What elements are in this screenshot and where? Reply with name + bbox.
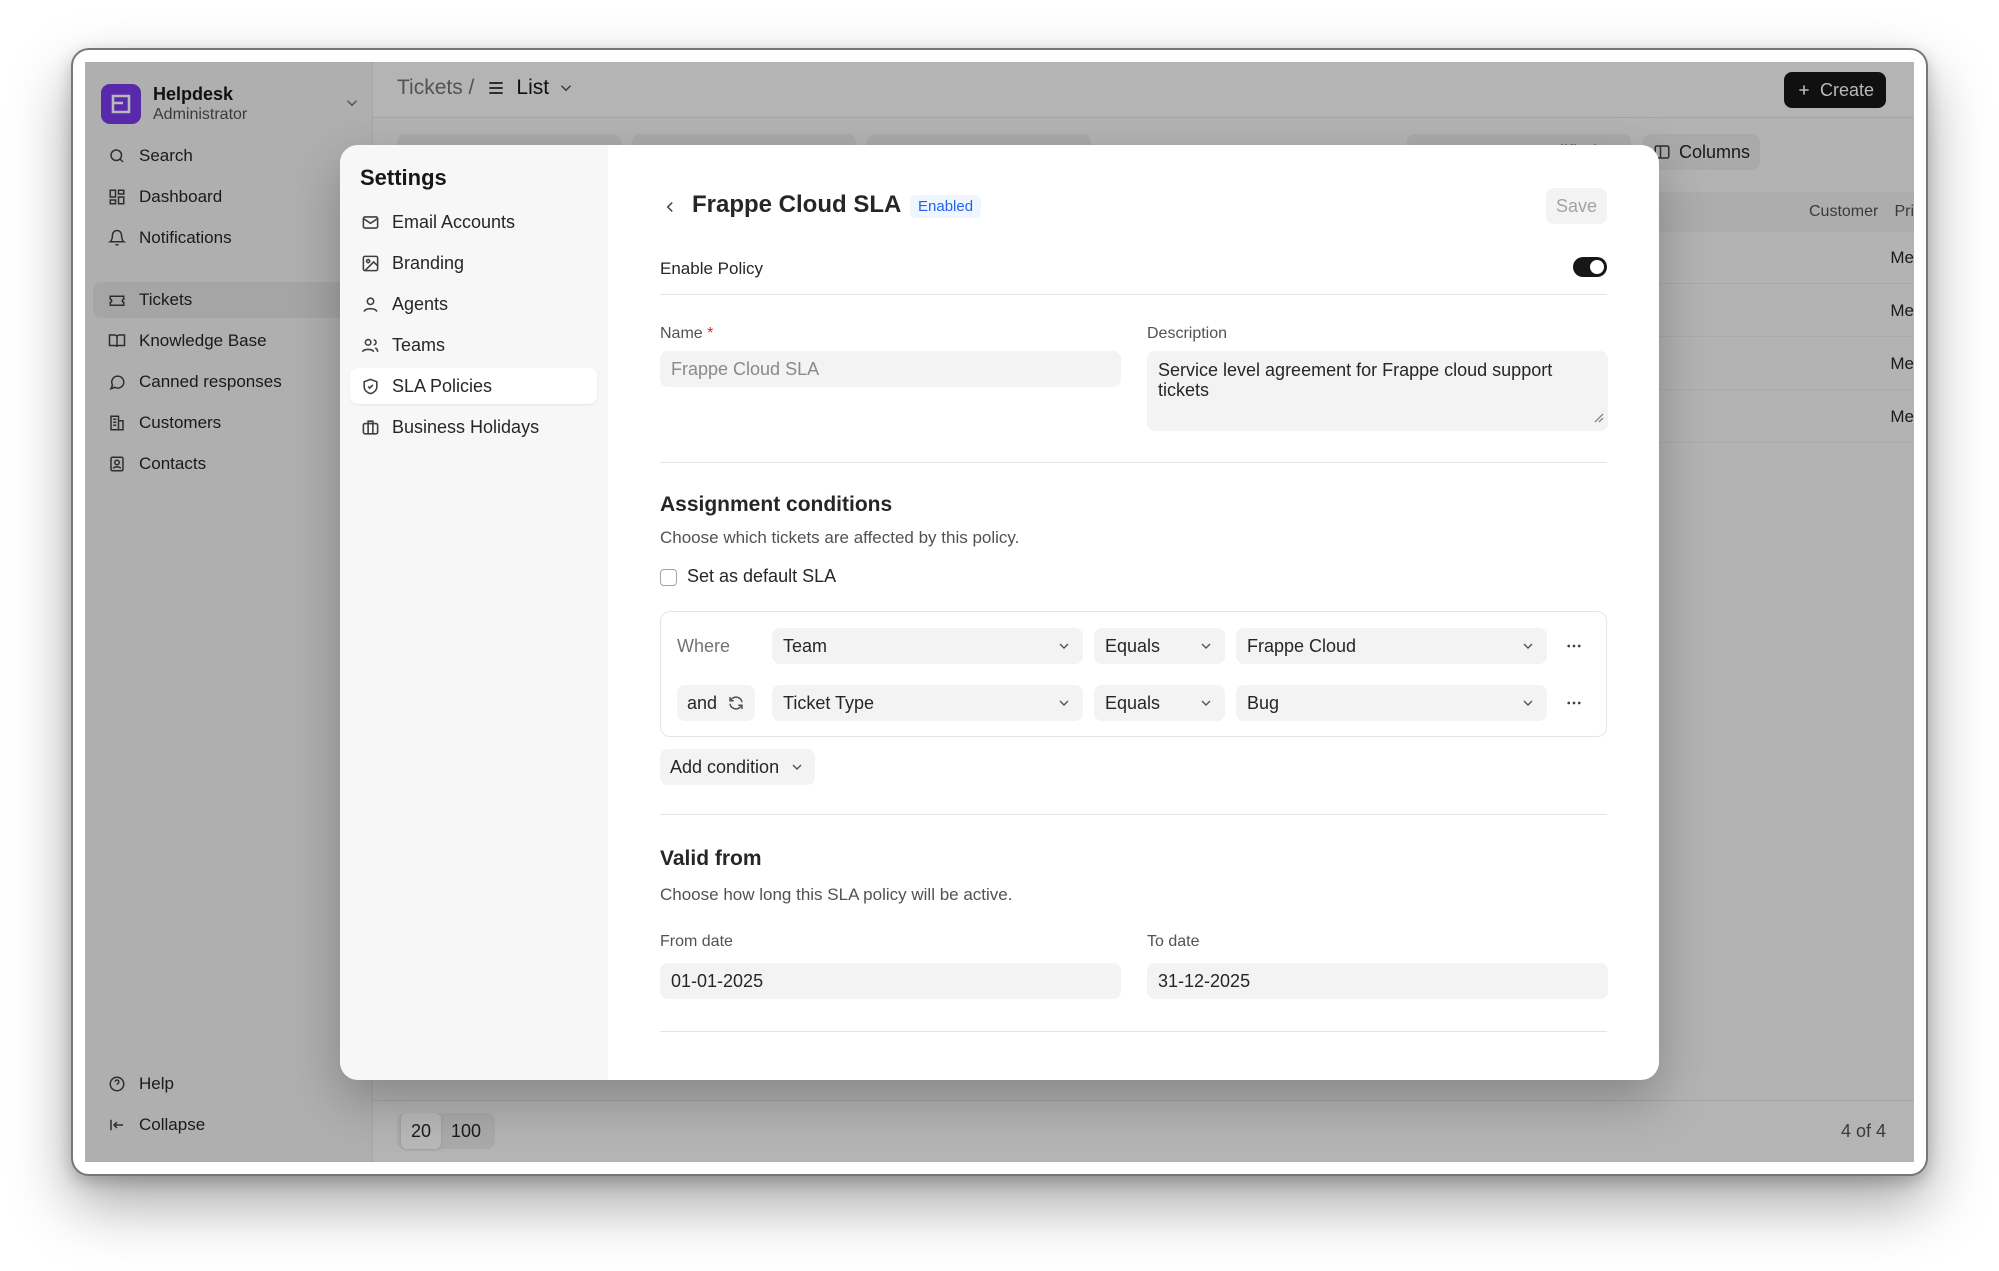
save-button[interactable]: Save xyxy=(1545,188,1607,224)
add-condition-button[interactable]: Add condition xyxy=(660,749,816,785)
valid-from-subtitle: Choose how long this SLA policy will be … xyxy=(660,885,1013,904)
settings-item-label: Email Accounts xyxy=(392,211,516,232)
user-icon xyxy=(360,294,380,314)
assignment-conditions-title: Assignment conditions xyxy=(660,493,893,516)
divider xyxy=(660,1031,1607,1032)
condition-more-button[interactable] xyxy=(1562,634,1586,658)
enable-policy-toggle[interactable] xyxy=(1573,257,1607,277)
assignment-conditions-subtitle: Choose which tickets are affected by thi… xyxy=(660,528,1020,547)
enable-policy-label: Enable Policy xyxy=(660,259,764,278)
chevron-down-icon xyxy=(1198,695,1214,711)
default-sla-checkbox[interactable] xyxy=(660,569,677,586)
condition-field-select[interactable]: Team xyxy=(772,628,1083,664)
name-input[interactable] xyxy=(660,351,1121,387)
refresh-icon xyxy=(727,694,745,712)
valid-from-title: Valid from xyxy=(660,847,762,870)
condition-more-button[interactable] xyxy=(1562,691,1586,715)
condition-operator-select[interactable]: Equals xyxy=(1094,628,1225,664)
description-textarea[interactable]: Service level agreement for Frappe cloud… xyxy=(1147,351,1608,431)
chevron-down-icon xyxy=(1520,638,1536,654)
condition-field-select[interactable]: Ticket Type xyxy=(772,685,1083,721)
briefcase-icon xyxy=(360,417,380,437)
from-date-label: From date xyxy=(660,933,733,950)
settings-item-label: Branding xyxy=(392,252,465,273)
condition-connector: Where xyxy=(677,636,731,656)
status-badge: Enabled xyxy=(910,195,982,218)
to-date-label: To date xyxy=(1147,933,1200,950)
condition-value-select[interactable]: Frappe Cloud xyxy=(1236,628,1547,664)
add-condition-label: Add condition xyxy=(670,756,780,777)
more-horizontal-icon xyxy=(1565,637,1583,655)
users-icon xyxy=(360,335,380,355)
settings-item-sla-policies[interactable]: SLA Policies xyxy=(350,368,597,404)
settings-item-label: Business Holidays xyxy=(392,416,540,437)
chevron-down-icon xyxy=(1056,695,1072,711)
condition-connector: and xyxy=(687,692,718,713)
shield-icon xyxy=(360,376,380,396)
settings-dialog: Settings Email Accounts Branding Agents … xyxy=(340,145,1659,1080)
settings-item-label: Teams xyxy=(392,334,446,355)
divider xyxy=(660,294,1607,295)
settings-item-email-accounts[interactable]: Email Accounts xyxy=(350,204,597,240)
settings-item-agents[interactable]: Agents xyxy=(350,286,597,322)
chevron-left-icon xyxy=(661,198,679,216)
from-date-input[interactable] xyxy=(660,963,1121,999)
settings-item-teams[interactable]: Teams xyxy=(350,327,597,363)
name-label: Name * xyxy=(660,325,714,342)
settings-sidebar: Settings Email Accounts Branding Agents … xyxy=(340,145,608,1080)
sla-policy-editor: Frappe Cloud SLA Enabled Save Enable Pol… xyxy=(608,145,1659,1080)
toggle-knob xyxy=(1590,260,1604,274)
condition-value-select[interactable]: Bug xyxy=(1236,685,1547,721)
settings-item-label: SLA Policies xyxy=(392,375,493,396)
select-value: Team xyxy=(783,635,828,656)
chevron-down-icon xyxy=(789,759,805,775)
more-horizontal-icon xyxy=(1565,694,1583,712)
policy-title: Frappe Cloud SLA xyxy=(692,191,902,218)
condition-operator-select[interactable]: Equals xyxy=(1094,685,1225,721)
chevron-down-icon xyxy=(1056,638,1072,654)
select-value: Ticket Type xyxy=(783,692,875,713)
settings-title: Settings xyxy=(360,165,447,190)
select-value: Equals xyxy=(1105,692,1161,713)
chevron-down-icon xyxy=(1198,638,1214,654)
description-text: Service level agreement for Frappe cloud… xyxy=(1158,360,1553,400)
divider xyxy=(660,462,1607,463)
divider xyxy=(660,814,1607,815)
condition-connector-toggle[interactable]: and xyxy=(677,685,756,721)
select-value: Bug xyxy=(1247,692,1280,713)
default-sla-label[interactable]: Set as default SLA xyxy=(687,566,836,587)
conditions-container: Where Team Equals Frappe Cloud and Ticke… xyxy=(660,611,1607,737)
image-icon xyxy=(360,253,380,273)
select-value: Frappe Cloud xyxy=(1247,635,1357,656)
mail-icon xyxy=(360,212,380,232)
settings-item-label: Agents xyxy=(392,293,449,314)
resize-handle-icon[interactable] xyxy=(1594,407,1604,427)
settings-item-branding[interactable]: Branding xyxy=(350,245,597,281)
to-date-input[interactable] xyxy=(1147,963,1608,999)
description-label: Description xyxy=(1147,325,1228,342)
chevron-down-icon xyxy=(1520,695,1536,711)
back-button[interactable] xyxy=(658,195,682,219)
select-value: Equals xyxy=(1105,635,1161,656)
settings-item-business-holidays[interactable]: Business Holidays xyxy=(350,409,597,445)
